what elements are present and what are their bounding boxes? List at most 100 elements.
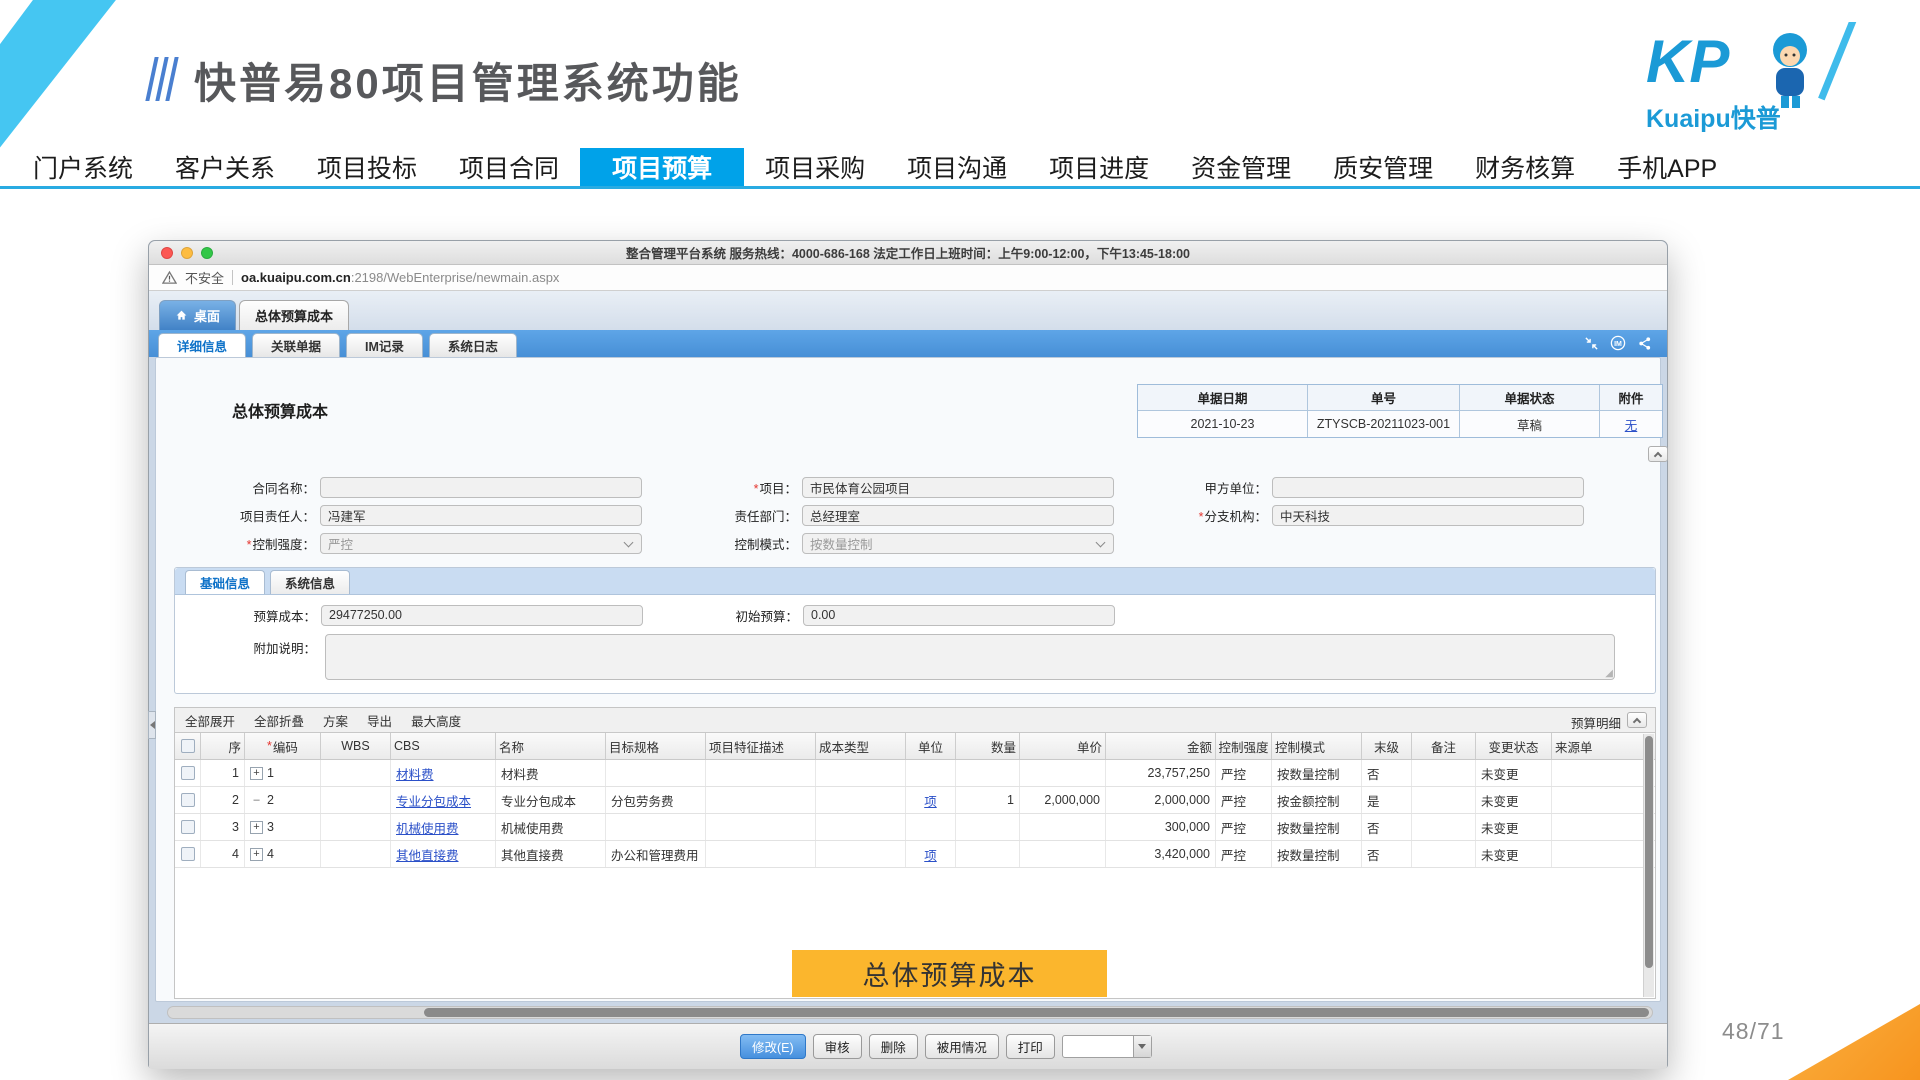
budget-cost-label: 预算成本： (175, 606, 321, 625)
col-change-status[interactable]: 变更状态 (1476, 733, 1552, 759)
initial-budget-input[interactable]: 0.00 (803, 605, 1115, 626)
chevron-down-icon (1138, 1044, 1146, 1049)
col-cbs[interactable]: CBS (391, 733, 496, 759)
col-amount[interactable]: 金额 (1106, 733, 1216, 759)
window-title: 整合管理平台系统 服务热线：4000-686-168 法定工作日上班时间：上午9… (626, 243, 1190, 262)
logo-text: Kuaipu快普 (1646, 104, 1781, 133)
nav-item-funds[interactable]: 资金管理 (1170, 148, 1312, 186)
grid-header-row: 序 *编码 WBS CBS 名称 目标规格 项目特征描述 成本类型 单位 数量 … (175, 733, 1655, 760)
delete-button[interactable]: 删除 (869, 1034, 918, 1059)
col-spec[interactable]: 目标规格 (606, 733, 706, 759)
col-remark[interactable]: 备注 (1412, 733, 1476, 759)
tab-system-info[interactable]: 系统信息 (270, 570, 350, 594)
row-checkbox[interactable] (181, 820, 195, 834)
tab-system-log[interactable]: 系统日志 (429, 333, 517, 357)
grid-row[interactable]: 2 –2 专业分包成本 专业分包成本 分包劳务费 项 1 2,000,000 2… (175, 787, 1655, 814)
resize-handle-icon[interactable]: ◢ (1605, 669, 1613, 679)
expand-icon[interactable]: + (250, 821, 263, 834)
unit-link[interactable]: 项 (924, 845, 937, 864)
panel-collapse-handle[interactable] (148, 711, 156, 739)
scheme-button[interactable]: 方案 (323, 711, 348, 730)
grid-row[interactable]: 3 +3 机械使用费 机械使用费 300,000 严控 按数量控制 否 (175, 814, 1655, 841)
dept-input[interactable]: 总经理室 (802, 505, 1114, 526)
col-price[interactable]: 单价 (1020, 733, 1106, 759)
tab-desktop[interactable]: 桌面 (159, 300, 236, 330)
col-qty[interactable]: 数量 (956, 733, 1020, 759)
grid-vertical-scrollbar[interactable] (1643, 734, 1654, 997)
im-icon[interactable]: IM (1610, 335, 1626, 351)
row-checkbox[interactable] (181, 847, 195, 861)
attachment-link[interactable]: 无 (1625, 415, 1638, 434)
contract-name-input[interactable] (320, 477, 642, 498)
col-seq[interactable]: 序 (201, 733, 245, 759)
info-header-attachment: 附件 (1600, 385, 1662, 411)
party-a-input[interactable] (1272, 477, 1584, 498)
collapse-icon[interactable] (1584, 336, 1599, 351)
cbs-link[interactable]: 其他直接费 (396, 845, 459, 864)
tab-detail-info[interactable]: 详细信息 (158, 333, 246, 357)
share-icon[interactable] (1637, 336, 1652, 351)
col-feature[interactable]: 项目特征描述 (706, 733, 816, 759)
nav-item-portal[interactable]: 门户系统 (12, 148, 154, 186)
unit-link[interactable]: 项 (924, 791, 937, 810)
col-wbs[interactable]: WBS (321, 733, 391, 759)
expand-all-button[interactable]: 全部展开 (185, 711, 235, 730)
col-name[interactable]: 名称 (496, 733, 606, 759)
address-bar[interactable]: 不安全 oa.kuaipu.com.cn:2198/WebEnterprise/… (149, 265, 1667, 291)
note-textarea[interactable]: ◢ (325, 634, 1615, 680)
tab-related-docs[interactable]: 关联单据 (252, 333, 340, 357)
grid-row[interactable]: 1 +1 材料费 材料费 23,757,250 严控 按数量控制 否 (175, 760, 1655, 787)
expand-icon[interactable]: + (250, 848, 263, 861)
minimize-button[interactable] (181, 247, 193, 259)
nav-item-mobile-app[interactable]: 手机APP (1596, 148, 1738, 186)
col-strength[interactable]: 控制强度 (1216, 733, 1272, 759)
project-input[interactable]: 市民体育公园项目 (802, 477, 1114, 498)
nav-item-bidding[interactable]: 项目投标 (296, 148, 438, 186)
usage-button[interactable]: 被用情况 (925, 1034, 999, 1059)
collapse-grid-button[interactable] (1627, 712, 1647, 728)
control-strength-select[interactable]: 严控 (320, 533, 642, 554)
row-checkbox[interactable] (181, 793, 195, 807)
tab-im-records[interactable]: IM记录 (346, 333, 423, 357)
nav-item-finance[interactable]: 财务核算 (1454, 148, 1596, 186)
col-leaf[interactable]: 末级 (1362, 733, 1412, 759)
cbs-link[interactable]: 专业分包成本 (396, 791, 471, 810)
nav-item-communication[interactable]: 项目沟通 (886, 148, 1028, 186)
branch-input[interactable]: 中天科技 (1272, 505, 1584, 526)
col-mode[interactable]: 控制模式 (1272, 733, 1362, 759)
close-button[interactable] (161, 247, 173, 259)
col-source[interactable]: 来源单 (1552, 733, 1639, 759)
url-divider (232, 270, 233, 285)
max-height-button[interactable]: 最大高度 (411, 711, 461, 730)
grid-row[interactable]: 4 +4 其他直接费 其他直接费 办公和管理费用 项 3,420,000 严控 … (175, 841, 1655, 868)
cbs-link[interactable]: 材料费 (396, 764, 434, 783)
chevron-down-icon (624, 537, 634, 547)
expand-icon[interactable]: + (250, 767, 263, 780)
control-mode-select[interactable]: 按数量控制 (802, 533, 1114, 554)
nav-item-crm[interactable]: 客户关系 (154, 148, 296, 186)
cbs-link[interactable]: 机械使用费 (396, 818, 459, 837)
tab-overall-budget-cost[interactable]: 总体预算成本 (239, 300, 349, 330)
nav-item-procurement[interactable]: 项目采购 (744, 148, 886, 186)
collapse-header-button[interactable] (1648, 446, 1668, 462)
col-unit[interactable]: 单位 (906, 733, 956, 759)
nav-item-quality[interactable]: 质安管理 (1312, 148, 1454, 186)
nav-item-contract[interactable]: 项目合同 (438, 148, 580, 186)
tab-basic-info[interactable]: 基础信息 (185, 570, 265, 594)
print-button[interactable]: 打印 (1006, 1034, 1055, 1059)
manager-input[interactable]: 冯建军 (320, 505, 642, 526)
nav-item-progress[interactable]: 项目进度 (1028, 148, 1170, 186)
nav-item-budget[interactable]: 项目预算 (580, 148, 744, 186)
budget-cost-input[interactable]: 29477250.00 (321, 605, 643, 626)
zoom-button[interactable] (201, 247, 213, 259)
select-all-checkbox[interactable] (181, 739, 195, 753)
col-code[interactable]: *编码 (245, 733, 321, 759)
modify-button[interactable]: 修改(E) (740, 1034, 806, 1059)
more-actions-dropdown[interactable] (1062, 1035, 1152, 1058)
collapse-all-button[interactable]: 全部折叠 (254, 711, 304, 730)
row-checkbox[interactable] (181, 766, 195, 780)
horizontal-scrollbar[interactable] (167, 1006, 1653, 1019)
export-button[interactable]: 导出 (367, 711, 392, 730)
col-cost-type[interactable]: 成本类型 (816, 733, 906, 759)
audit-button[interactable]: 审核 (813, 1034, 862, 1059)
